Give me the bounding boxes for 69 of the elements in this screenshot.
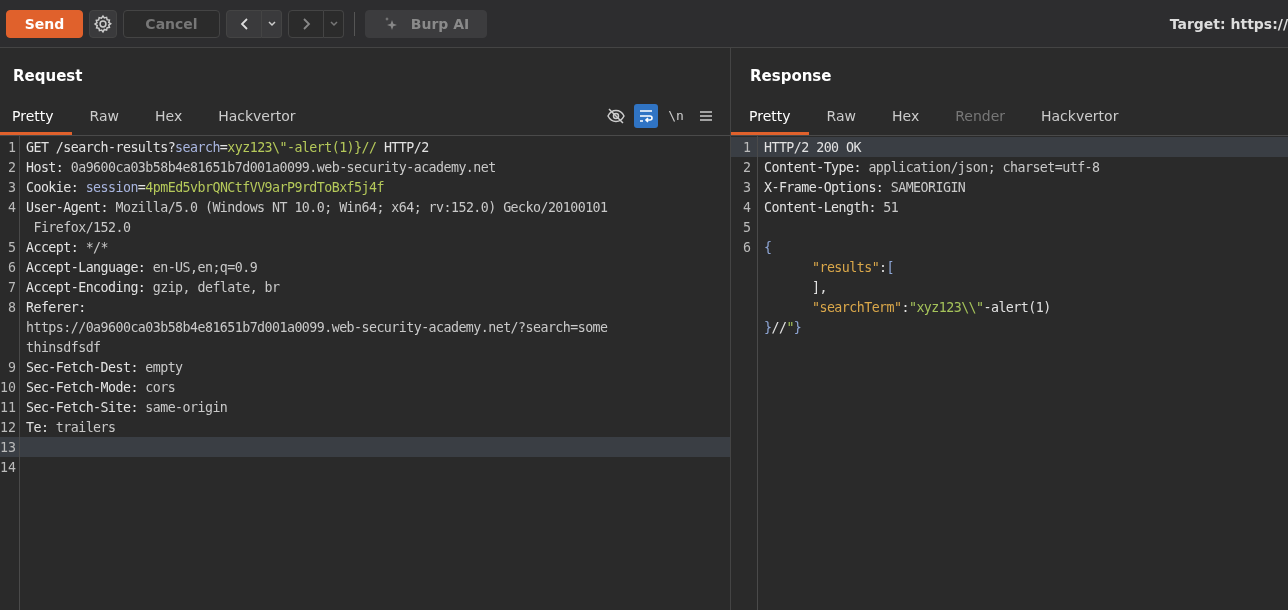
line-number: 5 [742,219,751,235]
caret-icon [328,19,339,28]
newline-toggle[interactable]: \n [664,103,688,128]
line-number: 3 [7,179,16,195]
code-editor[interactable] [0,136,730,610]
line-number: 4 [7,199,16,215]
line-number: 9 [7,359,16,375]
panel-title: Request [12,66,84,87]
chevron-right-icon [300,16,312,31]
code-line: Content-Type: application/json; charset=utf-8 [764,159,1100,175]
code-line: "searchTerm":"xyz123\\"-alert(1) [811,299,1051,315]
line-number: 6 [742,239,751,255]
code-line: }//"} [764,319,802,335]
line-number: 11 [0,399,16,415]
line-number: 1 [742,139,751,155]
panel-title: Response [749,66,833,87]
chevron-left-icon [238,16,250,31]
line-number: 8 [7,299,16,315]
code-editor[interactable]: 1 HTTP/2 200 OK 2 Content-Type: application/json; charset=utf-8 3 X-Frame-Options: SAMEORIGIN 4 Content-Length: 51 5 6 { "results":[ ], "searchTerm":"xyz123\\"-alert(1) }//"} [731,136,1288,610]
target-label: Target: https:// [1169,15,1288,32]
code-line: Host: 0a9600ca03b58b4e81651b7d001a0099.web-security-academy.net [26,159,496,175]
code-line: "results":[ [811,259,895,275]
line-number: 13 [0,439,16,455]
line-number: 3 [742,179,751,195]
view-tab[interactable]: Hex [137,99,201,135]
code-line: User-Agent: Mozilla/5.0 (Windows NT 10.0; Win64; x64; rv:152.0) Gecko/20100101 [26,199,608,215]
menu-icon [699,109,713,122]
code-line: Sec-Fetch-Dest: empty [26,359,183,375]
code-line: Referer: [26,299,86,315]
code-line: Te: trailers [26,419,116,435]
code-line: Accept-Encoding: gzip, deflate, br [26,279,280,295]
line-number: 2 [7,159,16,175]
code-line: { [764,239,772,255]
line-number: 12 [0,419,16,435]
line-number: 6 [7,259,16,275]
caret-icon [266,19,277,28]
code-line: Sec-Fetch-Mode: cors [26,379,176,395]
send-button[interactable]: Send [6,9,83,38]
line-number: 14 [0,459,16,475]
code-line: Cookie: session=4pmEd5vbrQNCtfVV9arP9rdToBxf5j4f [26,179,384,195]
code-line: Accept: */* [26,239,109,255]
code-line: Content-Length: 51 [764,199,899,215]
view-tab[interactable]: Hackvertor [1023,99,1137,135]
code-line: thinsdfsdf [26,339,101,355]
code-line: https://0a9600ca03b58b4e81651b7d001a0099.web-security-academy.net/?search=some [26,319,608,335]
view-tab[interactable]: Hackvertor [200,99,314,135]
view-tab[interactable]: Raw [808,99,874,135]
settings-icon [93,13,113,34]
wrap-toggle[interactable] [634,103,658,128]
line-number: 1 [7,139,16,155]
code-line: Firefox/152.0 [32,219,131,235]
view-tab[interactable]: Raw [71,99,137,135]
line-number: 5 [7,239,16,255]
line-number: 7 [7,279,16,295]
code-line: ], [811,279,827,295]
wrap-icon [638,108,654,123]
history-dropdown-button[interactable] [262,9,282,38]
code-line: X-Frame-Options: SAMEORIGIN [764,179,966,195]
code-line: Sec-Fetch-Site: same-origin [26,399,228,415]
code-line: Accept-Language: en-US,en;q=0.9 [26,259,258,275]
back-button[interactable] [226,9,262,38]
settings-button[interactable] [89,9,117,38]
line-number: 2 [742,159,751,175]
line-number: 10 [0,379,16,395]
code-line: HTTP/2 200 OK [764,139,861,155]
code-line: GET /search-results?search=xyz123\"-alert(1)}// HTTP/2 [26,139,429,155]
line-number: 4 [742,199,751,215]
view-tab[interactable]: Hex [874,99,938,135]
eye-off-icon [607,107,625,124]
